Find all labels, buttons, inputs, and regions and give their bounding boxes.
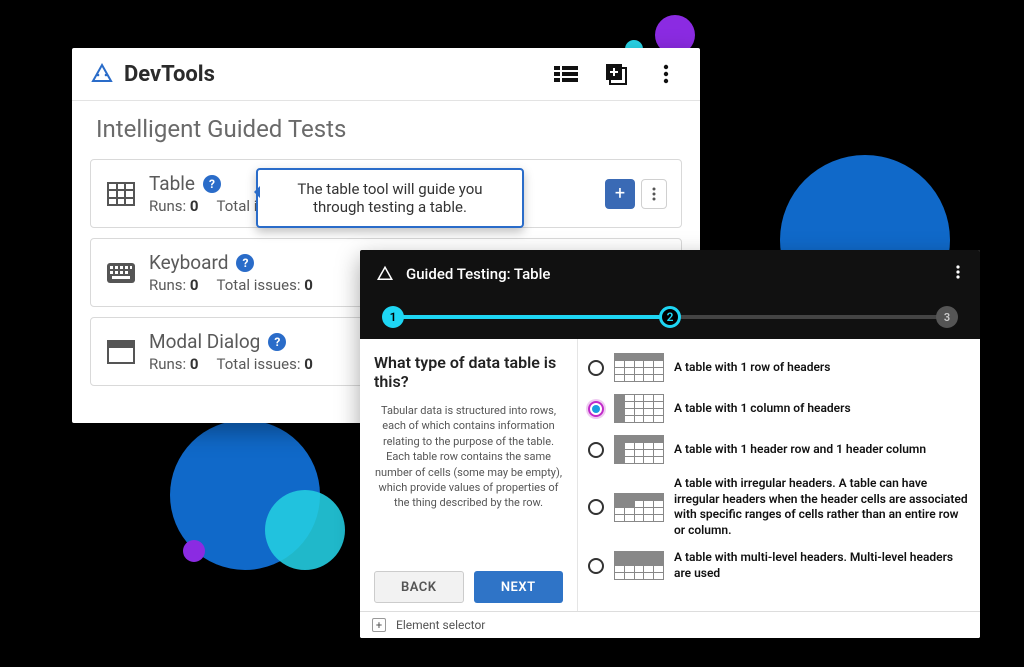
element-selector-label: Element selector xyxy=(396,618,485,632)
radio-button[interactable] xyxy=(588,401,604,417)
devtools-title: DevTools xyxy=(124,62,215,87)
add-panel-icon xyxy=(604,62,628,86)
guided-header: Guided Testing: Table xyxy=(360,250,980,297)
issues-stat: Total issues: 0 xyxy=(217,355,313,373)
runs-stat: Runs: 0 xyxy=(149,355,199,373)
table-type-option[interactable]: A table with 1 header row and 1 header c… xyxy=(588,429,968,470)
progress-fill xyxy=(386,315,670,319)
element-selector-bar[interactable]: + Element selector xyxy=(360,611,980,638)
table-type-option[interactable]: A table with 1 row of headers xyxy=(588,347,968,388)
keyboard-icon xyxy=(105,259,137,287)
test-title: Table xyxy=(149,172,195,195)
guided-title: Guided Testing: Table xyxy=(406,265,550,283)
list-icon xyxy=(554,64,578,84)
radio-button[interactable] xyxy=(588,442,604,458)
guided-question: What type of data table is this? xyxy=(374,353,563,391)
axe-logo-icon xyxy=(376,265,394,283)
kebab-icon xyxy=(663,64,669,84)
devtools-header: DevTools xyxy=(72,48,700,101)
help-icon[interactable]: ? xyxy=(203,175,221,193)
table-type-option[interactable]: A table with irregular headers. A table … xyxy=(588,470,968,544)
table-icon xyxy=(105,180,137,208)
step-2[interactable]: 2 xyxy=(659,306,681,328)
guided-description: Tabular data is structured into rows, ea… xyxy=(374,403,563,511)
guided-options-list: A table with 1 row of headers A table wit… xyxy=(578,339,980,611)
guided-left-pane: What type of data table is this? Tabular… xyxy=(360,339,578,611)
section-title: Intelligent Guided Tests xyxy=(72,101,700,149)
test-title: Modal Dialog xyxy=(149,330,260,353)
help-icon[interactable]: ? xyxy=(268,333,286,351)
guided-progress: 1 2 3 xyxy=(360,297,980,339)
table-help-tooltip: The table tool will guide you through te… xyxy=(256,168,524,228)
decor-circle xyxy=(183,540,205,562)
step-1[interactable]: 1 xyxy=(382,306,404,328)
add-run-button[interactable]: + xyxy=(605,179,635,209)
option-label: A table with 1 column of headers xyxy=(674,401,851,417)
runs-stat: Runs: 0 xyxy=(149,197,199,215)
table-type-option[interactable]: A table with 1 column of headers xyxy=(588,388,968,429)
radio-button[interactable] xyxy=(588,558,604,574)
radio-button[interactable] xyxy=(588,360,604,376)
back-button[interactable]: BACK xyxy=(374,571,464,603)
runs-stat: Runs: 0 xyxy=(149,276,199,294)
issues-stat: Total issues: 0 xyxy=(217,276,313,294)
option-label: A table with 1 header row and 1 header c… xyxy=(674,442,926,458)
card-menu-button[interactable] xyxy=(641,179,667,209)
list-view-button[interactable] xyxy=(550,58,582,90)
next-button[interactable]: NEXT xyxy=(474,571,564,603)
add-panel-button[interactable] xyxy=(600,58,632,90)
help-icon[interactable]: ? xyxy=(236,254,254,272)
guided-panel: Guided Testing: Table 1 2 3 What type of… xyxy=(360,250,980,638)
radio-button[interactable] xyxy=(588,499,604,515)
axe-logo-icon xyxy=(90,62,114,86)
guided-menu-button[interactable] xyxy=(952,260,964,287)
test-title: Keyboard xyxy=(149,251,228,274)
table-type-option[interactable]: A table with multi-level headers. Multi-… xyxy=(588,544,968,587)
modal-dialog-icon xyxy=(105,338,137,366)
option-label: A table with 1 row of headers xyxy=(674,360,830,376)
plus-icon: + xyxy=(372,618,386,632)
option-label: A table with multi-level headers. Multi-… xyxy=(674,550,968,581)
option-label: A table with irregular headers. A table … xyxy=(674,476,968,538)
kebab-icon xyxy=(956,265,960,279)
header-menu-button[interactable] xyxy=(650,58,682,90)
decor-circle xyxy=(265,490,345,570)
step-3: 3 xyxy=(936,306,958,328)
